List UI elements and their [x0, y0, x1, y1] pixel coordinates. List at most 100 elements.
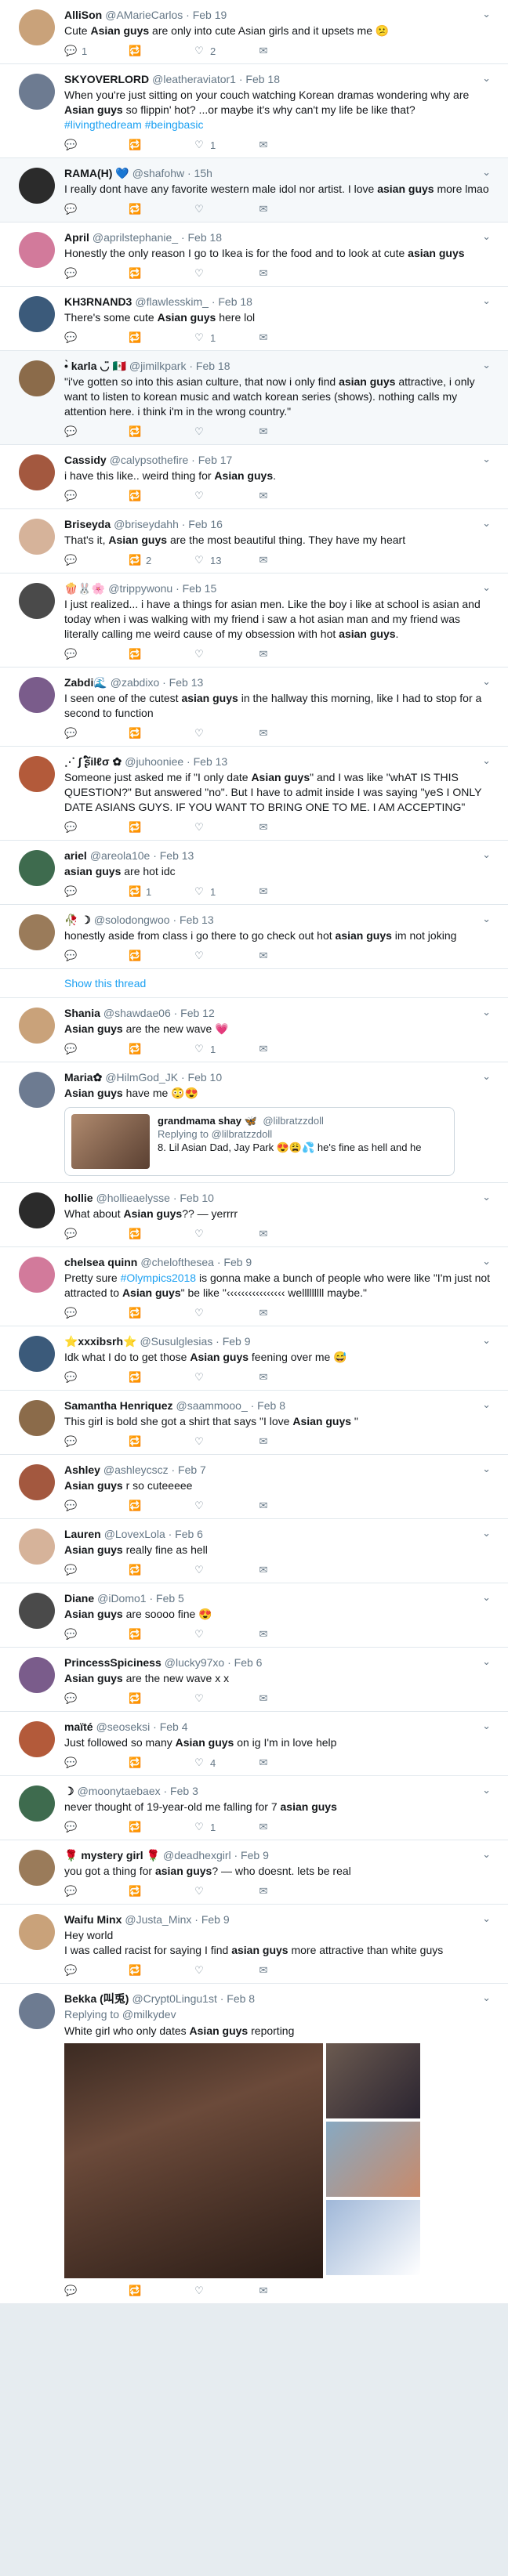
chevron-down-icon[interactable]: ⌄ — [482, 581, 491, 594]
display-name[interactable]: Diane — [64, 1592, 94, 1605]
dm-button[interactable]: ✉ — [257, 1692, 321, 1705]
handle-and-date[interactable]: @deadhexgirl · Feb 9 — [163, 1849, 269, 1861]
tweet[interactable]: ⌄ Cassidy @calypsothefire · Feb 17 i have t… — [0, 445, 508, 509]
handle-and-date[interactable]: @shafohw · 15h — [132, 167, 212, 179]
dm-button[interactable]: ✉ — [257, 1964, 321, 1977]
avatar[interactable] — [19, 1657, 55, 1693]
like-button[interactable]: ♡ 2 — [193, 45, 257, 57]
dm-button[interactable]: ✉ — [257, 425, 321, 438]
reply-button[interactable]: 💬 — [64, 1043, 129, 1055]
dm-button[interactable]: ✉ — [257, 1228, 321, 1240]
like-button[interactable]: ♡ 4 — [193, 1757, 257, 1769]
dm-button[interactable]: ✉ — [257, 1821, 321, 1833]
like-button[interactable]: ♡ — [193, 203, 257, 215]
handle-and-date[interactable]: @saammooo_ · Feb 8 — [176, 1399, 285, 1412]
display-name[interactable]: Ashley — [64, 1463, 100, 1476]
reply-button[interactable]: 💬 — [64, 2285, 129, 2297]
avatar[interactable] — [19, 1192, 55, 1228]
tweet[interactable]: ⌄ Ashley @ashleycscz · Feb 7 Asian guys r s… — [0, 1455, 508, 1519]
like-button[interactable]: ♡ — [193, 727, 257, 740]
reply-button[interactable]: 💬 — [64, 950, 129, 962]
like-button[interactable]: ♡ 1 — [193, 331, 257, 344]
like-button[interactable]: ♡ — [193, 1435, 257, 1448]
avatar[interactable] — [19, 360, 55, 396]
handle-and-date[interactable]: @juhooniee · Feb 13 — [125, 755, 227, 768]
retweet-button[interactable]: 🔁 — [129, 1885, 193, 1898]
chevron-down-icon[interactable]: ⌄ — [482, 1255, 491, 1268]
handle-and-date[interactable]: @hollieaelysse · Feb 10 — [96, 1192, 214, 1204]
dm-button[interactable]: ✉ — [257, 490, 321, 502]
reply-button[interactable]: 💬 — [64, 885, 129, 898]
handle-and-date[interactable]: @iDomo1 · Feb 5 — [97, 1592, 184, 1605]
handle-and-date[interactable]: @calypsothefire · Feb 17 — [110, 454, 233, 466]
group-photo[interactable] — [64, 2043, 323, 2278]
reply-button[interactable]: 💬 1 — [64, 45, 129, 57]
display-name[interactable]: ⭐xxxibsrh⭐ — [64, 1335, 136, 1348]
quoted-tweet-card[interactable]: grandmama shay 🦋 @lilbratzzdoll Replying … — [64, 1107, 455, 1176]
dm-button[interactable]: ✉ — [257, 2285, 321, 2297]
handle-and-date[interactable]: @Crypt0Lingu1st · Feb 8 — [132, 1992, 255, 2005]
avatar[interactable] — [19, 232, 55, 268]
display-name[interactable]: 🥀 ☽ — [64, 914, 91, 926]
display-name[interactable]: 🍿🐰🌸 — [64, 582, 105, 595]
avatar[interactable] — [19, 454, 55, 490]
chevron-down-icon[interactable]: ⌄ — [482, 1398, 491, 1411]
chevron-down-icon[interactable]: ⌄ — [482, 1848, 491, 1861]
tweet[interactable]: ⌄ PrincessSpiciness @lucky97xo · Feb 6 Asia… — [0, 1648, 508, 1712]
retweet-button[interactable]: 🔁 — [129, 425, 193, 438]
reply-button[interactable]: 💬 — [64, 267, 129, 280]
tweet[interactable]: ⌄ Briseyda @briseydahh · Feb 16 That's it, … — [0, 509, 508, 573]
like-button[interactable]: ♡ — [193, 1564, 257, 1576]
chevron-down-icon[interactable]: ⌄ — [482, 1912, 491, 1925]
display-name[interactable]: Cassidy — [64, 454, 107, 466]
avatar[interactable] — [19, 1993, 55, 2029]
retweet-button[interactable]: 🔁 — [129, 1043, 193, 1055]
handle-and-date[interactable]: @areola10e · Feb 13 — [90, 849, 194, 862]
tweet[interactable]: ⌄ Lauren @LovexLola · Feb 6 Asian guys real… — [0, 1519, 508, 1583]
chevron-down-icon[interactable]: ⌄ — [482, 230, 491, 243]
reply-button[interactable]: 💬 — [64, 203, 129, 215]
display-name[interactable]: Zabdi🌊 — [64, 676, 107, 689]
retweet-button[interactable]: 🔁 — [129, 1564, 193, 1576]
chevron-down-icon[interactable]: ⌄ — [482, 1334, 491, 1347]
retweet-button[interactable]: 🔁 2 — [129, 554, 193, 566]
retweet-button[interactable]: 🔁 — [129, 648, 193, 660]
dm-button[interactable]: ✉ — [257, 139, 321, 151]
display-name[interactable]: KH3RNAND3 — [64, 295, 132, 308]
chevron-down-icon[interactable]: ⌄ — [482, 166, 491, 179]
display-name[interactable]: •̀ karla ◡̈ 🇲🇽 — [64, 360, 126, 372]
avatar[interactable] — [19, 296, 55, 332]
avatar[interactable] — [19, 1914, 55, 1950]
like-button[interactable]: ♡ — [193, 425, 257, 438]
chevron-down-icon[interactable]: ⌄ — [482, 359, 491, 371]
reply-button[interactable]: 💬 — [64, 821, 129, 834]
retweet-button[interactable]: 🔁 — [129, 1757, 193, 1769]
chevron-down-icon[interactable]: ⌄ — [482, 1006, 491, 1018]
tweet[interactable]: ⌄ ⭐xxxibsrh⭐ @Susulglesias · Feb 9 Idk what… — [0, 1326, 508, 1391]
handle-and-date[interactable]: @flawlesskim_ · Feb 18 — [135, 295, 252, 308]
retweet-button[interactable]: 🔁 — [129, 45, 193, 57]
chevron-down-icon[interactable]: ⌄ — [482, 1655, 491, 1668]
like-button[interactable]: ♡ — [193, 1692, 257, 1705]
tweet[interactable]: ⌄ ☽ @moonytaebaex · Feb 3 never thought of … — [0, 1776, 508, 1840]
dm-button[interactable]: ✉ — [257, 1564, 321, 1576]
avatar[interactable] — [19, 9, 55, 45]
reply-button[interactable]: 💬 — [64, 1821, 129, 1833]
dm-button[interactable]: ✉ — [257, 1307, 321, 1319]
avatar[interactable] — [19, 1850, 55, 1886]
like-button[interactable]: ♡ — [193, 1964, 257, 1977]
avatar[interactable] — [19, 583, 55, 619]
like-button[interactable]: ♡ 1 — [193, 1043, 257, 1055]
show-thread-link[interactable]: Show this thread — [0, 969, 508, 998]
retweet-button[interactable]: 🔁 — [129, 267, 193, 280]
display-name[interactable]: Shania — [64, 1007, 100, 1019]
avatar[interactable] — [19, 74, 55, 110]
tweet[interactable]: ⌄ ariel @areola10e · Feb 13 asian guys are … — [0, 841, 508, 905]
dm-button[interactable]: ✉ — [257, 885, 321, 898]
avatar[interactable] — [19, 756, 55, 792]
reply-button[interactable]: 💬 — [64, 554, 129, 566]
tweet[interactable]: ⌄ ⋰ ∫ ʂ໌ilℓσ ✿ @juhooniee · Feb 13 Someone … — [0, 747, 508, 841]
avatar[interactable] — [19, 519, 55, 555]
reply-button[interactable]: 💬 — [64, 1307, 129, 1319]
tweet[interactable]: ⌄ hollie @hollieaelysse · Feb 10 What about… — [0, 1183, 508, 1247]
